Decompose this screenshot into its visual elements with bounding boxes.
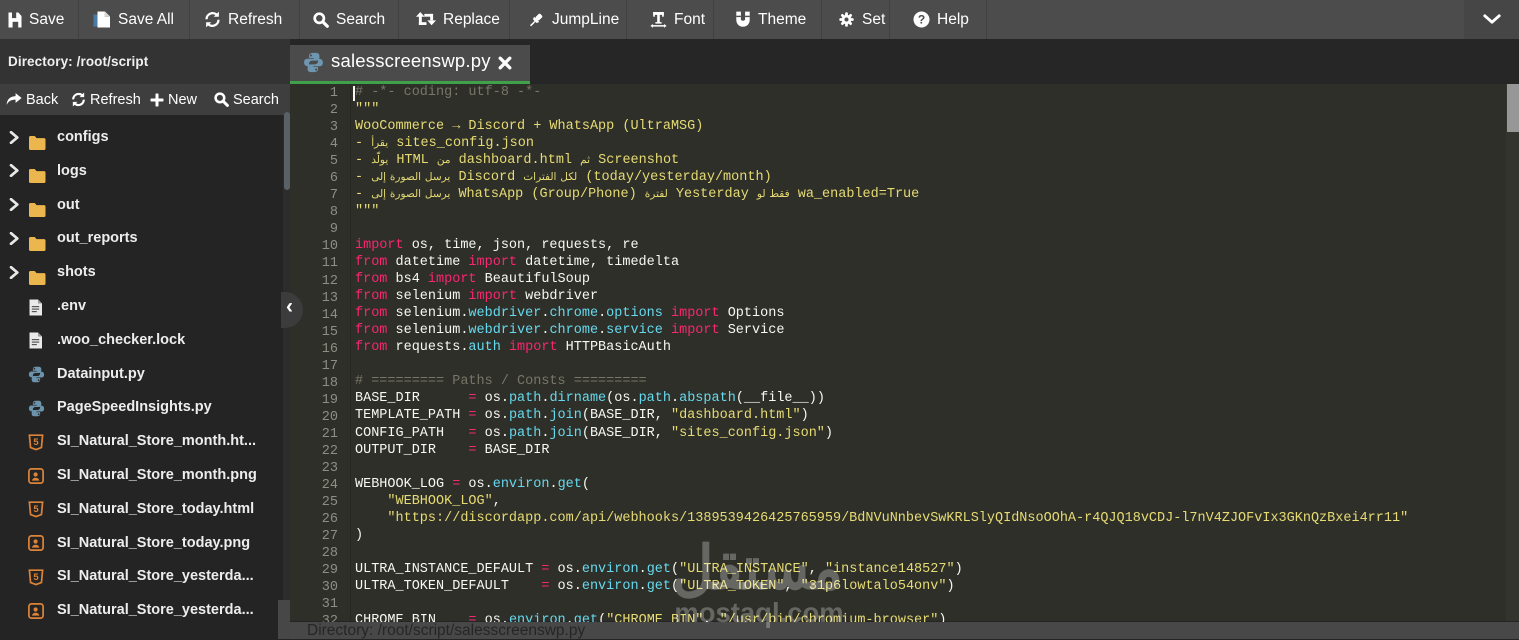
svg-text:?: ? bbox=[918, 13, 925, 27]
svg-text:5: 5 bbox=[33, 572, 39, 583]
svg-text:5: 5 bbox=[33, 504, 39, 515]
svg-text:5: 5 bbox=[33, 437, 39, 448]
